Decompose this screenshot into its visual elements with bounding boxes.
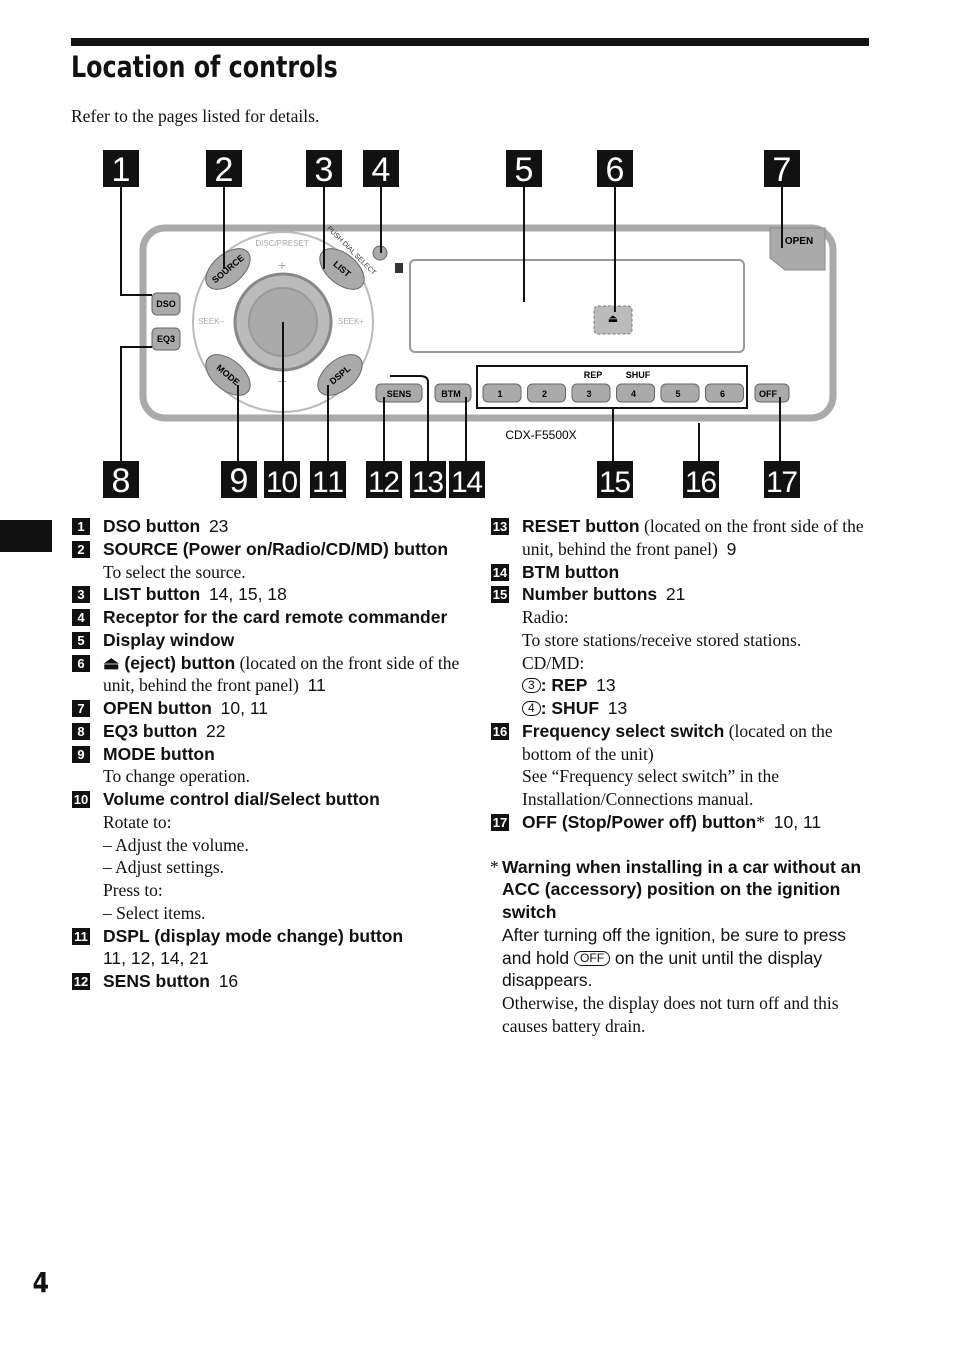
left-column: 1 DSO button 23 2 SOURCE (Power on/Radio/CD… <box>71 515 471 993</box>
svg-text:5: 5 <box>515 151 534 189</box>
svg-text:6: 6 <box>720 389 725 399</box>
intro-text: Refer to the pages listed for details. <box>71 106 320 126</box>
svg-text:2: 2 <box>215 151 234 189</box>
control-item-10: 10 Volume control dial/Select button Rotat… <box>72 789 380 923</box>
section-tab <box>0 520 52 552</box>
svg-text:8: 8 <box>112 462 131 500</box>
svg-text:4: 4 <box>631 389 636 399</box>
svg-text:7: 7 <box>773 151 792 189</box>
svg-text:2: 2 <box>542 389 547 399</box>
control-item-15: 15 Number buttons 21 Radio: To store statio… <box>491 584 802 718</box>
svg-text:3: 3 <box>315 151 334 189</box>
off-key-icon: OFF <box>574 950 611 966</box>
number-badge: 14 <box>491 563 509 581</box>
svg-text:1: 1 <box>112 151 131 189</box>
svg-text:OFF: OFF <box>759 389 777 399</box>
number-badge: 6 <box>72 654 90 672</box>
number-badge: 1 <box>72 518 90 535</box>
control-item-6: 6 ⏏ (eject) button (located on the front … <box>71 652 471 698</box>
number-badge: 13 <box>491 518 509 535</box>
number-badge: 9 <box>72 745 90 763</box>
number-badge: 7 <box>72 700 90 717</box>
svg-text:14: 14 <box>451 466 483 499</box>
svg-text:6: 6 <box>606 151 625 189</box>
svg-text:DISC/PRESET: DISC/PRESET <box>255 239 308 248</box>
page-number: 4 <box>32 1266 50 1299</box>
manual-page: Location of controls Refer to the pages … <box>0 0 954 1352</box>
number-badge: 16 <box>491 722 509 740</box>
control-item-4: 4 Receptor for the card remote commander <box>71 606 471 629</box>
svg-text:5: 5 <box>675 389 680 399</box>
svg-text:SEEK–: SEEK– <box>198 317 224 326</box>
controls-diagram: ⏏ OPEN DSO EQ3 SOURCE LIST MODE DSPL DIS… <box>103 150 837 500</box>
number-badge: 8 <box>72 722 90 740</box>
number-badge: 3 <box>72 586 90 604</box>
svg-text:1: 1 <box>497 389 502 399</box>
svg-text:15: 15 <box>599 466 631 499</box>
svg-text:SEEK+: SEEK+ <box>338 317 364 326</box>
warning-text: After turning off the ignition, be sure … <box>502 924 847 991</box>
svg-text:+: + <box>278 257 286 273</box>
svg-text:BTM: BTM <box>441 389 461 399</box>
number-badge: 12 <box>72 973 90 990</box>
number-badge: 17 <box>491 813 509 831</box>
warning-note: * Warning when installing in a car witho… <box>490 856 880 1038</box>
svg-text:SENS: SENS <box>387 389 412 399</box>
number-badge: 4 <box>72 609 90 626</box>
model-name: CDX-F5500X <box>505 428 576 442</box>
warning-heading: Warning when installing in a car without… <box>502 856 862 923</box>
page-title: Location of controls <box>71 50 338 84</box>
svg-text:4: 4 <box>372 151 391 189</box>
control-item-5: 5 Display window <box>71 629 471 652</box>
svg-text:⏏: ⏏ <box>608 313 618 325</box>
control-item-7: 7 OPEN button 10, 11 <box>71 697 471 720</box>
number-badge: 5 <box>72 631 90 649</box>
control-item-12: 12 SENS button 16 <box>72 971 239 991</box>
control-item-1: 1 DSO button 23 <box>71 515 471 538</box>
control-item-17: 17 OFF (Stop/Power off) button* 10, 11 <box>491 811 822 832</box>
svg-text:OPEN: OPEN <box>785 236 813 247</box>
control-item-16: 16 Frequency select switch (located on th… <box>491 720 833 809</box>
control-item-11: 11 DSPL (display mode change) button 11, 1… <box>71 925 471 971</box>
svg-text:DSO: DSO <box>156 299 176 309</box>
number-badge: 11 <box>72 927 90 945</box>
control-item-9: 9 MODE button To change operation. <box>71 743 471 789</box>
title-rule <box>71 38 869 46</box>
svg-text:11: 11 <box>312 466 344 499</box>
warning-text-2: Otherwise, the display does not turn off… <box>502 993 839 1036</box>
control-item-13: 13 RESET button (located on the front sid… <box>491 516 864 559</box>
control-item-14: 14 BTM button <box>491 561 620 582</box>
svg-text:9: 9 <box>230 462 249 500</box>
control-item-2: 2 SOURCE (Power on/Radio/CD/MD) button To … <box>71 538 471 584</box>
svg-text:3: 3 <box>586 389 591 399</box>
svg-text:EQ3: EQ3 <box>157 334 175 344</box>
right-column: 13 RESET button (located on the front sid… <box>490 515 880 1038</box>
svg-text:SHUF: SHUF <box>626 370 651 380</box>
svg-text:16: 16 <box>685 466 717 499</box>
svg-text:10: 10 <box>266 466 298 499</box>
control-item-3: 3 LIST button 14, 15, 18 <box>71 583 471 606</box>
key-3-icon: 3 <box>522 678 541 694</box>
number-badge: 2 <box>72 540 90 558</box>
svg-text:REP: REP <box>584 370 603 380</box>
key-4-icon: 4 <box>522 701 541 716</box>
number-badge: 15 <box>491 586 509 604</box>
number-badge: 10 <box>72 791 90 808</box>
control-item-8: 8 EQ3 button 22 <box>71 720 471 743</box>
svg-text:13: 13 <box>412 466 444 499</box>
svg-text:12: 12 <box>368 466 400 499</box>
svg-text:17: 17 <box>766 466 798 499</box>
